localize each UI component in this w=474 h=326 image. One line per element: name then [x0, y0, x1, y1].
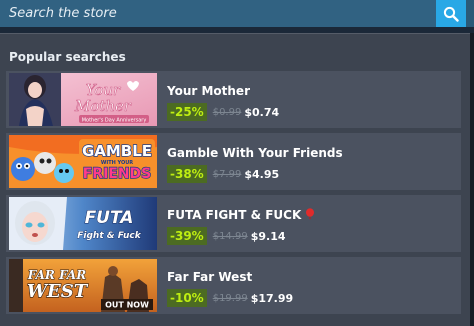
- game-capsule-image: FAR FAR WEST OUT NOW: [9, 259, 157, 312]
- price-block: -39% $14.99 $9.14: [167, 227, 286, 245]
- search-bar: [0, 0, 474, 27]
- original-price: $19.99: [212, 292, 248, 304]
- original-price: $14.99: [212, 230, 248, 242]
- game-capsule-image: Your Mother Mother's Day Anniversary: [9, 73, 157, 126]
- red-heart-balloon-icon: [305, 208, 315, 223]
- discount-badge: -38%: [167, 165, 207, 183]
- capsule-title-line1: GAMBLE: [82, 142, 152, 160]
- game-title: Far Far West: [167, 270, 253, 284]
- game-title: FUTA FIGHT & FUCK: [167, 208, 302, 222]
- capsule-subtitle: Mother's Day Anniversary: [82, 118, 147, 124]
- original-price: $7.99: [212, 168, 242, 180]
- game-capsule-image: FUTA Fight & Fuck: [9, 197, 157, 250]
- original-price: $0.99: [212, 106, 242, 118]
- capsule-title-line1: FUTA: [85, 208, 134, 228]
- capsule-title-line2: WEST: [27, 281, 89, 302]
- capsule-title-line1: FAR FAR: [27, 268, 86, 282]
- panel-edge: [470, 33, 474, 326]
- capsule-badge: OUT NOW: [105, 301, 149, 310]
- search-bar-edge: [466, 0, 474, 27]
- store-search-overlay: Popular searches Your Mother: [0, 0, 474, 326]
- final-price: $9.14: [250, 229, 286, 243]
- price-block: -38% $7.99 $4.95: [167, 165, 279, 183]
- final-price: $4.95: [244, 167, 280, 181]
- popular-searches-heading: Popular searches: [9, 50, 126, 64]
- discount-badge: -25%: [167, 103, 207, 121]
- search-result-item[interactable]: Your Mother Mother's Day Anniversary You…: [6, 71, 461, 128]
- search-result-item[interactable]: FAR FAR WEST OUT NOW Far Far West -10% $…: [6, 257, 461, 314]
- discount-badge: -10%: [167, 289, 207, 307]
- final-price: $17.99: [250, 291, 294, 305]
- search-input[interactable]: [0, 0, 436, 27]
- search-result-item[interactable]: FUTA Fight & Fuck FUTA FIGHT & FUCK -39%…: [6, 195, 461, 252]
- game-capsule-image: GAMBLE WITH YOUR FRIENDS: [9, 135, 157, 188]
- search-icon: [443, 6, 459, 22]
- capsule-title-line2: FRIENDS: [83, 166, 152, 182]
- game-title: Your Mother: [167, 84, 250, 98]
- game-title: Gamble With Your Friends: [167, 146, 343, 160]
- price-block: -25% $0.99 $0.74: [167, 103, 279, 121]
- capsule-title-line2: Mother: [74, 97, 132, 115]
- game-title-row: FUTA FIGHT & FUCK: [167, 208, 315, 223]
- discount-badge: -39%: [167, 227, 207, 245]
- search-result-item[interactable]: GAMBLE WITH YOUR FRIENDS Gamble With You…: [6, 133, 461, 190]
- final-price: $0.74: [244, 105, 280, 119]
- price-block: -10% $19.99 $17.99: [167, 289, 293, 307]
- search-button[interactable]: [436, 0, 466, 27]
- capsule-title-line2: Fight & Fuck: [77, 231, 142, 241]
